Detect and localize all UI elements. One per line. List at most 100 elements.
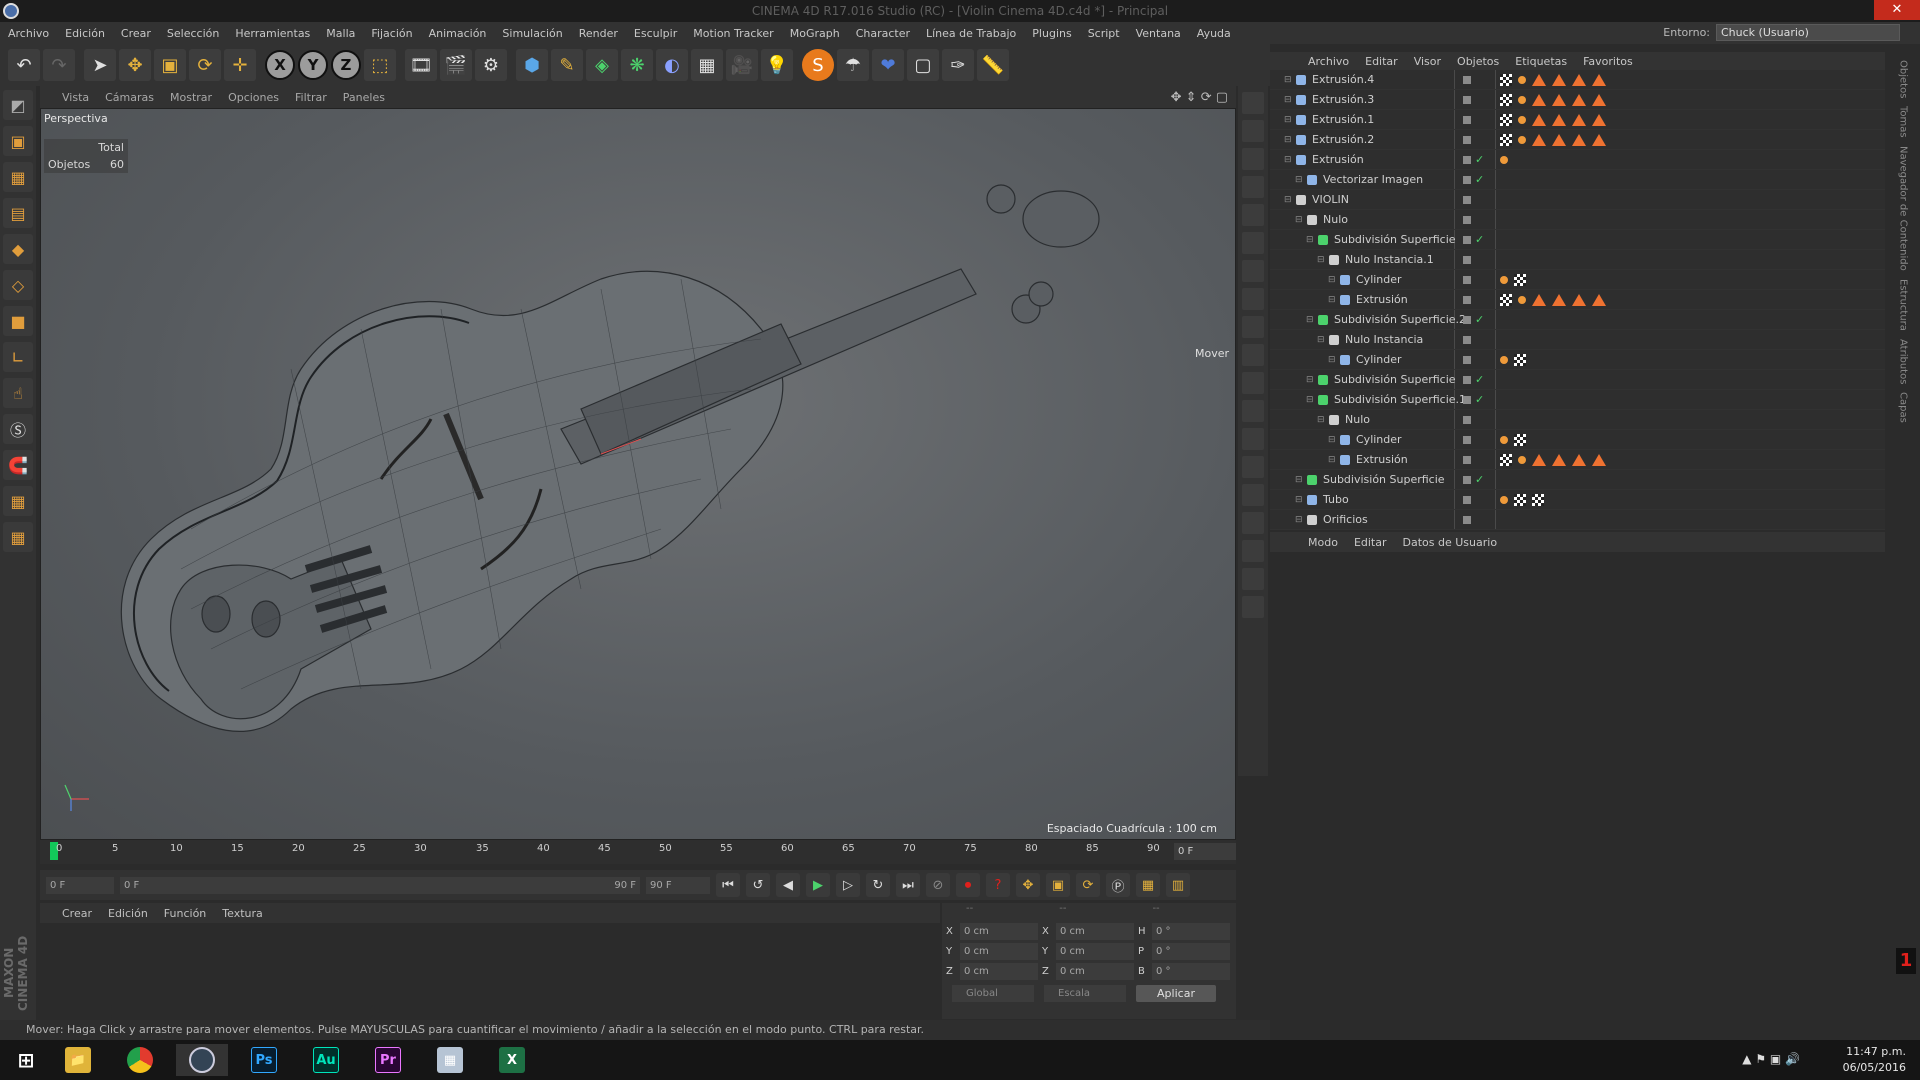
texture-icon[interactable]: ▢ bbox=[907, 49, 939, 81]
weld-icon[interactable] bbox=[1242, 316, 1264, 338]
play-icon[interactable]: ▶ bbox=[806, 873, 830, 897]
texture-tag-icon[interactable] bbox=[1514, 493, 1526, 506]
subdivision-icon[interactable]: ◈ bbox=[586, 49, 618, 81]
key-param-icon[interactable]: Ⓟ bbox=[1106, 873, 1130, 897]
expand-toggle-icon[interactable]: ⊟ bbox=[1284, 75, 1294, 85]
expand-toggle-icon[interactable]: ⊟ bbox=[1317, 255, 1327, 265]
visibility-flags[interactable] bbox=[1463, 115, 1471, 124]
selection-tag-icon[interactable] bbox=[1572, 93, 1586, 106]
timeline-window-icon[interactable]: ▥ bbox=[1166, 873, 1190, 897]
object-row[interactable]: ⊟ Cylinder bbox=[1270, 430, 1885, 450]
floor-scene-icon[interactable]: ▦ bbox=[691, 49, 723, 81]
object-row[interactable]: ⊟ Subdivisión Superficie ✓ bbox=[1270, 230, 1885, 250]
object-row[interactable]: ⊟ Extrusión ✓ bbox=[1270, 150, 1885, 170]
visibility-flags[interactable]: ✓ bbox=[1463, 233, 1484, 246]
scale-icon[interactable]: ▣ bbox=[154, 49, 186, 81]
selection-tag-icon[interactable] bbox=[1552, 133, 1566, 146]
menu-character[interactable]: Character bbox=[848, 27, 918, 40]
menu-simulacion[interactable]: Simulación bbox=[494, 27, 570, 40]
viewport-menu-mostrar[interactable]: Mostrar bbox=[162, 91, 220, 104]
selection-tag-icon[interactable] bbox=[1572, 453, 1586, 466]
editor-visibility-icon[interactable] bbox=[1463, 255, 1471, 264]
grid-icon-2[interactable] bbox=[1242, 372, 1264, 394]
mograph-cloner-icon[interactable]: ❋ bbox=[621, 49, 653, 81]
selection-tag-icon[interactable] bbox=[1592, 93, 1606, 106]
editor-visibility-icon[interactable] bbox=[1463, 135, 1471, 144]
polygons-mode-icon[interactable]: ■ bbox=[3, 306, 33, 336]
magnet-icon[interactable]: 🧲 bbox=[3, 450, 33, 480]
expand-toggle-icon[interactable]: ⊟ bbox=[1295, 175, 1305, 185]
visibility-flags[interactable] bbox=[1463, 215, 1471, 224]
tab-atributos[interactable]: Atributos bbox=[1898, 339, 1909, 384]
material-menu-edicion[interactable]: Edición bbox=[100, 907, 156, 920]
visibility-flags[interactable] bbox=[1463, 195, 1471, 204]
selection-tag-icon[interactable] bbox=[1592, 133, 1606, 146]
render-settings-icon[interactable]: ⚙ bbox=[475, 49, 507, 81]
enabled-check-icon[interactable]: ✓ bbox=[1475, 373, 1484, 386]
menu-plugins[interactable]: Plugins bbox=[1024, 27, 1079, 40]
visibility-flags[interactable] bbox=[1463, 515, 1471, 524]
visibility-flags[interactable] bbox=[1463, 415, 1471, 424]
attribute-manager-area[interactable] bbox=[1270, 552, 1885, 1020]
workplane-lock-icon[interactable]: ▦ bbox=[3, 486, 33, 516]
objects-menu-etiquetas[interactable]: Etiquetas bbox=[1507, 55, 1575, 68]
cursor-icon[interactable] bbox=[1242, 120, 1264, 142]
cube-icon[interactable]: ⬢ bbox=[516, 49, 548, 81]
editor-visibility-icon[interactable] bbox=[1463, 335, 1471, 344]
select-arrow-icon[interactable]: ➤ bbox=[84, 49, 116, 81]
phong-tag-icon[interactable] bbox=[1518, 95, 1526, 104]
axis-y-button[interactable]: Y bbox=[298, 50, 328, 80]
calculator-icon[interactable]: ▦ bbox=[424, 1044, 476, 1076]
menu-linea-de-trabajo[interactable]: Línea de Trabajo bbox=[918, 27, 1024, 40]
enabled-check-icon[interactable]: ✓ bbox=[1475, 153, 1484, 166]
menu-herramientas[interactable]: Herramientas bbox=[227, 27, 318, 40]
phong-tag-icon[interactable] bbox=[1500, 495, 1508, 504]
object-row[interactable]: ⊟ Subdivisión Superficie ✓ bbox=[1270, 470, 1885, 490]
material-menu-crear[interactable]: Crear bbox=[54, 907, 100, 920]
enabled-check-icon[interactable]: ✓ bbox=[1475, 233, 1484, 246]
editor-visibility-icon[interactable] bbox=[1463, 475, 1471, 484]
phong-tag-icon[interactable] bbox=[1518, 135, 1526, 144]
sketch-icon[interactable]: ✑ bbox=[942, 49, 974, 81]
texture-tag-icon[interactable] bbox=[1500, 453, 1512, 466]
next-key-icon[interactable]: ↻ bbox=[866, 873, 890, 897]
editor-visibility-icon[interactable] bbox=[1463, 415, 1471, 424]
selection-tag-icon[interactable] bbox=[1532, 93, 1546, 106]
object-row[interactable]: ⊟ Nulo bbox=[1270, 210, 1885, 230]
rot-b-field[interactable]: 0 ° bbox=[1152, 962, 1230, 980]
menu-ventana[interactable]: Ventana bbox=[1128, 27, 1189, 40]
objects-menu-favoritos[interactable]: Favoritos bbox=[1575, 55, 1641, 68]
pos-z-field[interactable]: 0 cm bbox=[960, 962, 1038, 980]
grid-icon-8[interactable] bbox=[1242, 540, 1264, 562]
expand-toggle-icon[interactable]: ⊟ bbox=[1328, 435, 1338, 445]
object-row[interactable]: ⊟ Extrusión.1 bbox=[1270, 110, 1885, 130]
expand-toggle-icon[interactable]: ⊟ bbox=[1284, 155, 1294, 165]
phong-tag-icon[interactable] bbox=[1518, 295, 1526, 304]
object-row[interactable]: ⊟ Extrusión bbox=[1270, 290, 1885, 310]
selection-tag-icon[interactable] bbox=[1552, 293, 1566, 306]
record-keys-icon[interactable]: ⊘ bbox=[926, 873, 950, 897]
premiere-icon[interactable]: Pr bbox=[362, 1044, 414, 1076]
workplane-icon[interactable]: ▦ bbox=[3, 522, 33, 552]
grid-icon[interactable] bbox=[1242, 344, 1264, 366]
editor-visibility-icon[interactable] bbox=[1463, 355, 1471, 364]
visibility-flags[interactable] bbox=[1463, 75, 1471, 84]
editor-visibility-icon[interactable] bbox=[1463, 495, 1471, 504]
edges-mode-icon[interactable]: ◇ bbox=[3, 270, 33, 300]
menu-motion-tracker[interactable]: Motion Tracker bbox=[685, 27, 781, 40]
expand-toggle-icon[interactable]: ⊟ bbox=[1328, 275, 1338, 285]
ruler-icon[interactable]: 📏 bbox=[977, 49, 1009, 81]
selection-tag-icon[interactable] bbox=[1552, 93, 1566, 106]
grid-icon-9[interactable] bbox=[1242, 568, 1264, 590]
expand-toggle-icon[interactable]: ⊟ bbox=[1317, 335, 1327, 345]
visibility-flags[interactable]: ✓ bbox=[1463, 153, 1484, 166]
visibility-flags[interactable] bbox=[1463, 255, 1471, 264]
object-row[interactable]: ⊟ Subdivisión Superficie.1 ✓ bbox=[1270, 390, 1885, 410]
end-frame-field[interactable]: 90 F bbox=[646, 876, 710, 894]
editor-visibility-icon[interactable] bbox=[1463, 455, 1471, 464]
go-to-end-icon[interactable]: ⏭ bbox=[896, 873, 920, 897]
bridge-icon[interactable] bbox=[1242, 260, 1264, 282]
menu-esculpir[interactable]: Esculpir bbox=[626, 27, 685, 40]
go-to-start-icon[interactable]: ⏮ bbox=[716, 873, 740, 897]
key-scale-icon[interactable]: ▣ bbox=[1046, 873, 1070, 897]
